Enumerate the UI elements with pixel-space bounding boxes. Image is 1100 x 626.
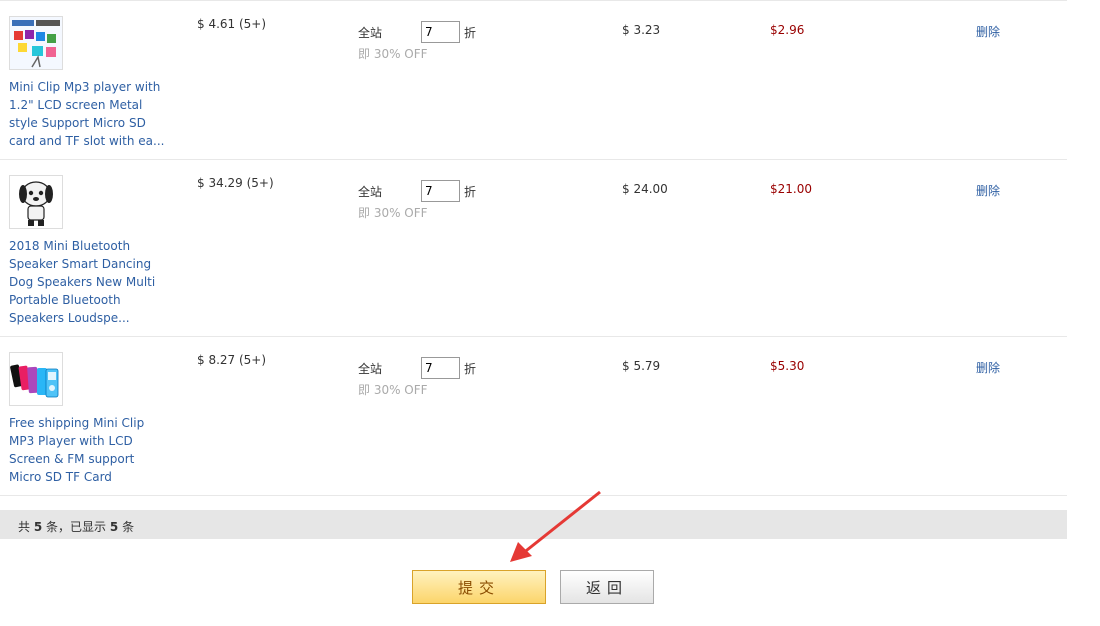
total-count: 5 <box>33 520 43 534</box>
product-title-link[interactable]: 2018 Mini Bluetooth Speaker Smart Dancin… <box>9 237 169 327</box>
submit-button[interactable]: 提交 <box>412 570 546 604</box>
delete-link[interactable]: 删除 <box>976 182 1000 199</box>
shown-count: 5 <box>109 520 119 534</box>
final-price: $21.00 <box>770 182 812 196</box>
unit-price: $ 4.61 (5+) <box>197 17 267 31</box>
discount-input[interactable] <box>421 357 460 379</box>
count-mid: 条，已显示 <box>46 520 107 534</box>
product-thumbnail[interactable] <box>9 352 63 406</box>
site-wide-label: 全站 <box>358 26 383 40</box>
table-row: Free shipping Mini Clip MP3 Player with … <box>0 337 1067 496</box>
delete-link[interactable]: 删除 <box>976 23 1000 40</box>
delete-link[interactable]: 删除 <box>976 359 1000 376</box>
discount-off-text: 即 30% OFF <box>358 383 428 397</box>
discount-input[interactable] <box>421 180 460 202</box>
product-thumbnail[interactable] <box>9 175 63 229</box>
record-count-text: 共 5 条，已显示 5 条 <box>18 518 134 535</box>
red-arrow-annotation <box>510 490 601 562</box>
product-title-link[interactable]: Mini Clip Mp3 player with 1.2" LCD scree… <box>9 78 169 150</box>
table-row: 2018 Mini Bluetooth Speaker Smart Dancin… <box>0 160 1067 337</box>
site-wide-label: 全站 <box>358 185 383 199</box>
table-row: Mini Clip Mp3 player with 1.2" LCD scree… <box>0 0 1067 160</box>
discount-input[interactable] <box>421 21 460 43</box>
product-thumbnail[interactable] <box>9 16 63 70</box>
discount-unit: 折 <box>464 26 477 40</box>
final-price: $2.96 <box>770 23 805 37</box>
unit-price: $ 8.27 (5+) <box>197 353 267 367</box>
discounted-price: $ 24.00 <box>622 182 668 196</box>
product-title-link[interactable]: Free shipping Mini Clip MP3 Player with … <box>9 414 169 486</box>
discount-unit: 折 <box>464 362 477 376</box>
discounted-price: $ 5.79 <box>622 359 661 373</box>
discounted-price: $ 3.23 <box>622 23 661 37</box>
discount-unit: 折 <box>464 185 477 199</box>
product-table: Mini Clip Mp3 player with 1.2" LCD scree… <box>0 0 1067 496</box>
count-suffix: 条 <box>122 520 135 534</box>
final-price: $5.30 <box>770 359 805 373</box>
discount-off-text: 即 30% OFF <box>358 47 428 61</box>
count-prefix: 共 <box>18 520 31 534</box>
back-button[interactable]: 返回 <box>560 570 654 604</box>
unit-price: $ 34.29 (5+) <box>197 176 274 190</box>
discount-off-text: 即 30% OFF <box>358 206 428 220</box>
site-wide-label: 全站 <box>358 362 383 376</box>
